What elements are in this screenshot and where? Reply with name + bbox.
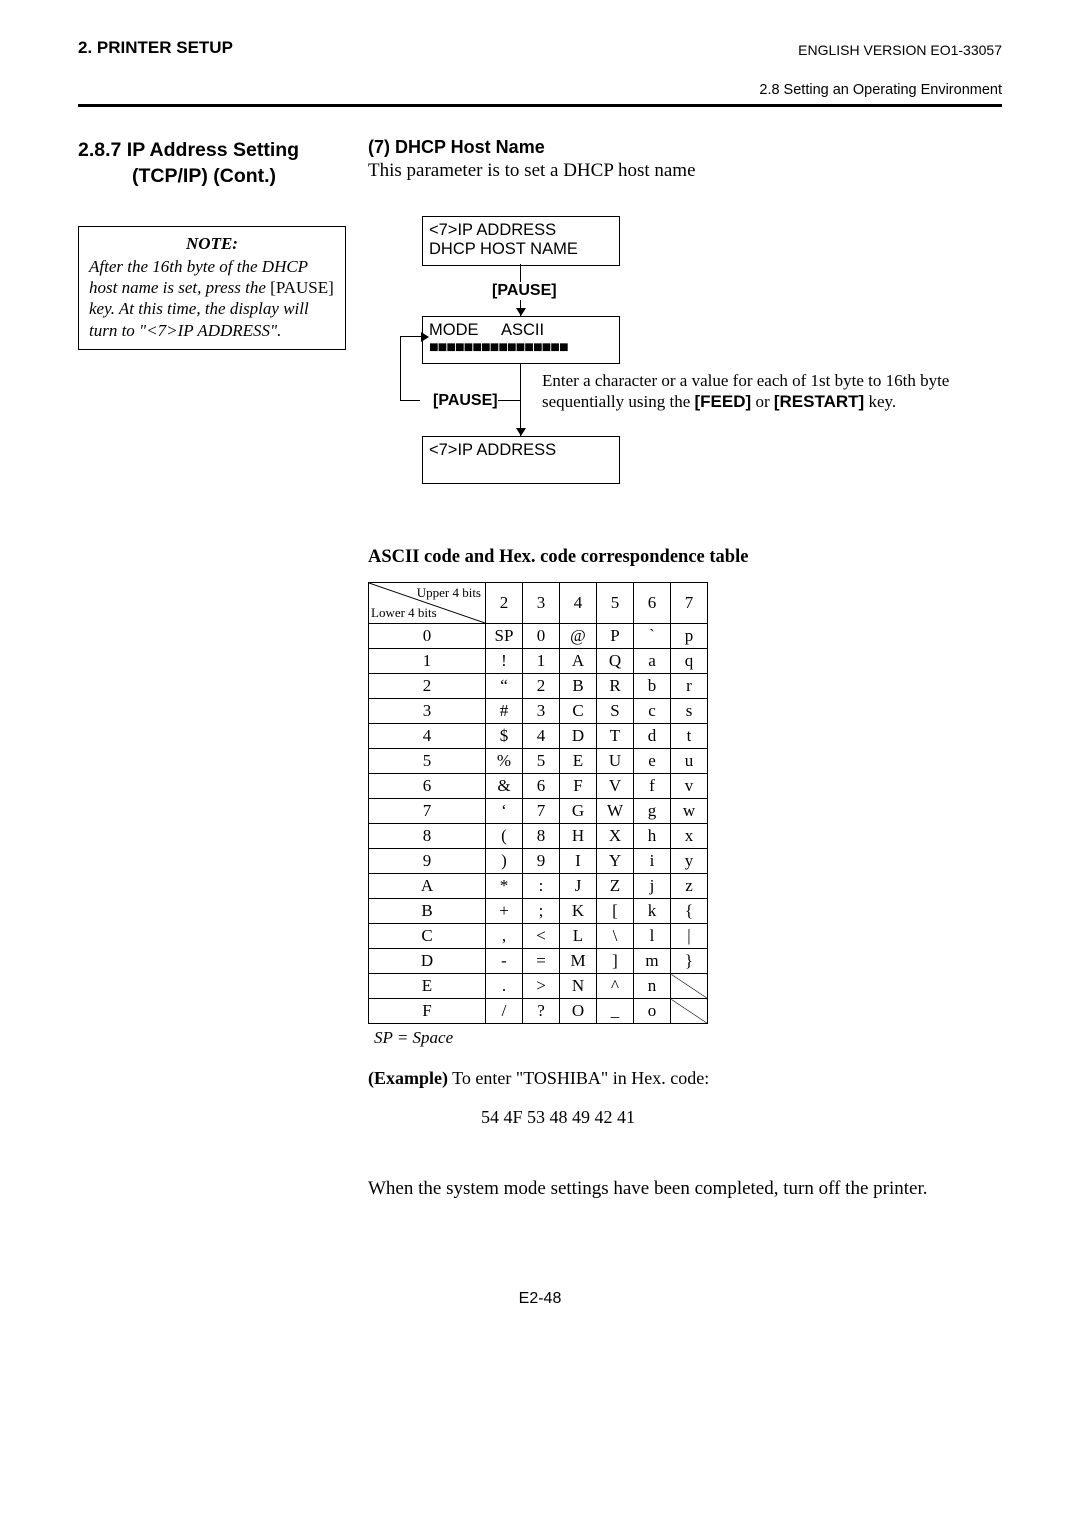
ascii-table-title: ASCII code and Hex. code correspondence … bbox=[368, 547, 1002, 568]
section-title-cont: (TCP/IP) (Cont.) bbox=[132, 165, 276, 187]
table-footnote: SP = Space bbox=[374, 1028, 1002, 1048]
note-body: After the 16th byte of the DHCP host nam… bbox=[89, 256, 335, 341]
example-line: (Example) To enter "TOSHIBA" in Hex. cod… bbox=[368, 1068, 1002, 1089]
flow-box-mode: MODE ASCII ■■■■■■■■■■■■■■■■ bbox=[422, 316, 620, 364]
flow-label-pause-2: [PAUSE] bbox=[433, 392, 498, 410]
flow-side-text: Enter a character or a value for each of… bbox=[542, 370, 1002, 413]
header-version: ENGLISH VERSION EO1-33057 bbox=[798, 42, 1002, 58]
page-number: E2-48 bbox=[78, 1290, 1002, 1308]
closing-note: When the system mode settings have been … bbox=[368, 1178, 1002, 1200]
note-box: NOTE: After the 16th byte of the DHCP ho… bbox=[78, 226, 346, 350]
note-title: NOTE: bbox=[89, 233, 335, 254]
header-section: 2.8 Setting an Operating Environment bbox=[78, 82, 1002, 98]
section-number-title: 2.8.7 IP Address Setting bbox=[78, 139, 299, 161]
ascii-table: Upper 4 bitsLower 4 bits2345670SP0@P`p1!… bbox=[368, 582, 708, 1024]
flow-box-start: <7>IP ADDRESS DHCP HOST NAME bbox=[422, 216, 620, 266]
flow-box-end: <7>IP ADDRESS bbox=[422, 436, 620, 484]
header-rule bbox=[78, 104, 1002, 107]
flow-diagram: <7>IP ADDRESS DHCP HOST NAME [PAUSE] MOD… bbox=[422, 216, 1002, 491]
header-chapter: 2. PRINTER SETUP bbox=[78, 38, 233, 58]
example-hex: 54 4F 53 48 49 42 41 bbox=[368, 1107, 748, 1128]
flow-label-pause-1: [PAUSE] bbox=[492, 282, 557, 300]
subsection-title: (7) DHCP Host Name bbox=[368, 137, 1002, 158]
subsection-desc: This parameter is to set a DHCP host nam… bbox=[368, 160, 1002, 182]
